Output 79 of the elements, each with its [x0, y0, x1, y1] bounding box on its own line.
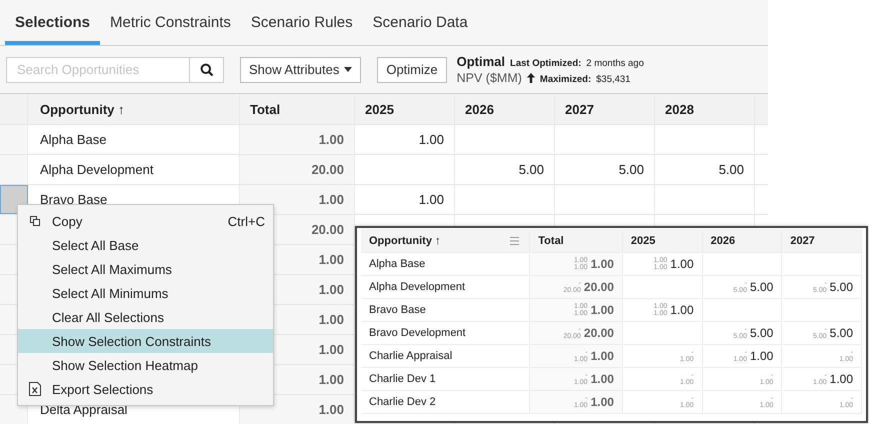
total-value: 1.00 [318, 132, 344, 147]
column-header[interactable]: 2025 [630, 234, 656, 246]
spreadsheet-icon [29, 382, 41, 396]
opportunity-name: Bravo Base [40, 192, 108, 207]
total-value: 1.00 [318, 372, 344, 387]
total-value: 1.00 [318, 252, 344, 267]
year-value: 5.00 [830, 326, 854, 340]
year-value: 5.00 [750, 326, 774, 340]
column-header[interactable]: 2027 [565, 102, 594, 116]
objective-value: $35,431 [596, 74, 630, 85]
total-value: 1.00 [318, 402, 344, 417]
opportunity-name: Charlie Dev 1 [369, 373, 436, 385]
opportunity-name: Alpha Development [40, 162, 154, 177]
last-optimized-value: 2 months ago [586, 58, 644, 69]
total-value: 1.00 [590, 349, 614, 363]
column-header[interactable]: 2025 [365, 102, 394, 116]
year-value: 1.00 [670, 257, 694, 271]
tab[interactable]: Selections [5, 0, 100, 45]
opportunity-name: Bravo Base [369, 304, 426, 316]
optimize-button[interactable]: Optimize [377, 56, 447, 82]
search-icon [200, 62, 214, 76]
opportunity-name: Bravo Development [369, 327, 466, 339]
total-value: 1.00 [590, 303, 614, 317]
tab[interactable]: Scenario Data [362, 0, 478, 45]
year-value: 5.00 [830, 280, 854, 294]
year-value: 1.00 [830, 372, 854, 386]
caret-icon [344, 67, 352, 72]
total-value: 1.00 [318, 282, 344, 297]
column-header[interactable]: Total [250, 102, 280, 116]
column-header[interactable]: 2026 [710, 234, 736, 246]
total-value: 20.00 [584, 326, 614, 340]
total-value: 1.00 [318, 192, 344, 207]
total-value: 1.00 [590, 257, 614, 271]
column-header[interactable]: 2028 [665, 102, 694, 116]
arrow-up-icon [526, 73, 535, 83]
year-value: 5.00 [750, 280, 774, 294]
year-value: 5.00 [718, 162, 744, 177]
menu-item[interactable]: Show Selection Heatmap [18, 353, 273, 377]
objective-metric: NPV ($MM) [456, 71, 522, 85]
total-value: 20.00 [311, 222, 344, 237]
menu-item[interactable]: Show Selection Constraints [18, 329, 273, 353]
year-value: 1.00 [670, 303, 694, 317]
column-header[interactable]: Opportunity ↑ [369, 234, 440, 246]
column-header[interactable]: 2026 [465, 102, 494, 116]
opportunity-name: Alpha Development [369, 281, 466, 293]
total-value: 1.00 [590, 372, 614, 386]
year-value: 1.00 [418, 192, 444, 207]
opportunity-name: Charlie Dev 2 [369, 396, 436, 408]
menu-item[interactable]: Select All Maximums [18, 257, 273, 281]
search-field[interactable]: Search Opportunities [6, 56, 190, 82]
search-button[interactable] [190, 56, 224, 82]
total-value: 20.00 [311, 162, 344, 177]
opportunity-name: Alpha Base [40, 132, 106, 147]
total-value: 1.00 [318, 342, 344, 357]
menu-item[interactable]: Select All Base [18, 233, 273, 257]
year-value: 1.00 [418, 132, 444, 147]
year-value: 5.00 [618, 162, 644, 177]
copy-icon [30, 216, 40, 226]
total-value: 1.00 [318, 312, 344, 327]
menu-icon[interactable] [510, 236, 520, 244]
objective-label: Maximized: [540, 74, 592, 85]
menu-item[interactable]: Export Selections [18, 377, 273, 401]
year-value: 1.00 [750, 349, 774, 363]
column-header[interactable]: Opportunity ↑ [40, 102, 124, 116]
menu-item[interactable]: Copy Ctrl+C [18, 209, 273, 233]
total-value: 1.00 [590, 395, 614, 409]
menu-item[interactable]: Clear All Selections [18, 305, 273, 329]
column-header[interactable]: Total [538, 234, 564, 246]
optimization-status: Optimal [456, 54, 506, 69]
column-header[interactable]: 2027 [790, 234, 815, 246]
menu-item[interactable]: Select All Minimums [18, 281, 273, 305]
year-value: 5.00 [518, 162, 544, 177]
tab[interactable]: Scenario Rules [240, 0, 363, 45]
total-value: 20.00 [584, 280, 614, 294]
show-attributes-dropdown[interactable]: Show Attributes [240, 56, 362, 82]
opportunity-name: Charlie Appraisal [369, 350, 452, 362]
tab[interactable]: Metric Constraints [100, 0, 241, 45]
last-optimized-label: Last Optimized: [510, 58, 582, 69]
opportunity-name: Alpha Base [369, 258, 426, 270]
